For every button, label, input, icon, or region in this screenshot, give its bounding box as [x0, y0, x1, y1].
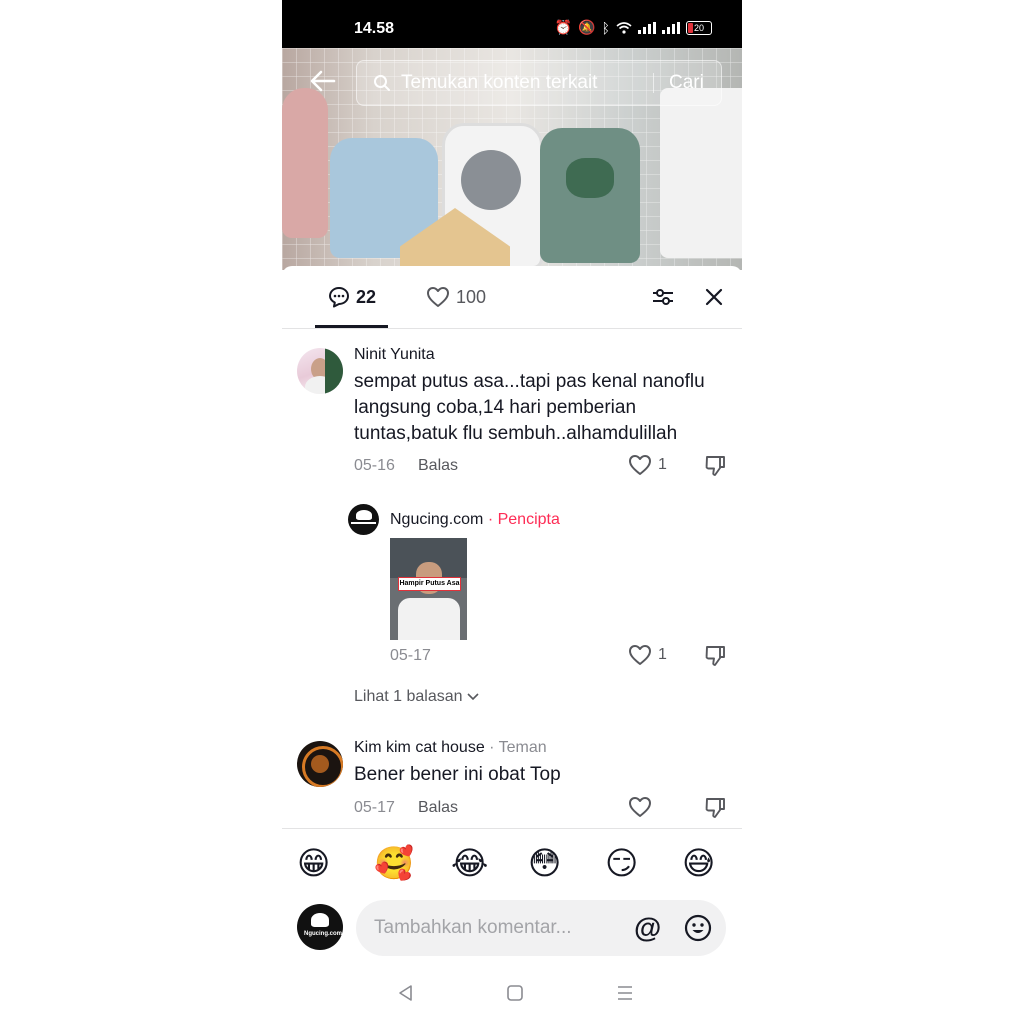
emoji-picker-icon[interactable] [684, 914, 712, 942]
active-tab-indicator [315, 325, 388, 328]
search-input[interactable]: Temukan konten terkait [401, 72, 597, 94]
wifi-icon [616, 21, 632, 34]
dislike-icon[interactable] [704, 797, 726, 819]
creator-name[interactable]: Ngucing.com [390, 511, 483, 528]
tab-comments[interactable]: 22 [328, 286, 376, 308]
nav-back-icon[interactable] [397, 984, 415, 1002]
dislike-icon[interactable] [704, 455, 726, 477]
emoji-button[interactable]: 🥰 [374, 843, 414, 883]
battery-icon: 20 [686, 20, 712, 35]
nav-home-icon[interactable] [506, 984, 524, 1002]
like-count: 1 [658, 646, 667, 663]
comment-username-row[interactable]: Kim kim cat house · Teman [354, 739, 547, 757]
nav-recents-icon[interactable] [616, 984, 634, 1002]
status-icons: ⏰ 🔕 ᛒ 20 [555, 19, 712, 36]
reply-button[interactable]: Balas [418, 799, 458, 817]
view-replies-label: Lihat 1 balasan [354, 688, 463, 705]
comment-input-placeholder[interactable]: Tambahkan komentar... [374, 917, 572, 939]
comment-tabs: 22 100 [282, 266, 742, 329]
chevron-down-icon [466, 693, 479, 701]
filter-icon[interactable] [652, 286, 674, 308]
comment-date: 05-17 [354, 799, 395, 816]
dislike-icon[interactable] [704, 645, 726, 667]
alarm-icon: ⏰ [554, 19, 573, 35]
emoji-button[interactable]: 😏 [605, 843, 638, 883]
my-avatar-label: Ngucing.com [304, 931, 343, 937]
comment-icon [329, 287, 349, 308]
emoji-button[interactable]: 😳 [528, 843, 561, 883]
video-preview[interactable]: Temukan konten terkait Cari [282, 48, 742, 270]
comments-sheet: 22 100 Ninit Yunita sempat putus asa...t… [282, 266, 742, 1024]
comment-text: Bener bener ini obat Top [354, 764, 561, 785]
mention-button[interactable]: @ [634, 912, 661, 944]
my-avatar: Ngucing.com [297, 904, 343, 950]
search-icon [374, 75, 390, 91]
like-count: 1 [658, 456, 667, 473]
emoji-button[interactable]: 😁 [297, 843, 330, 883]
emoji-quick-row: 😁 🥰 😂 😳 😏 😅 [282, 828, 742, 899]
search-bar[interactable]: Temukan konten terkait Cari [356, 60, 722, 106]
emoji-button[interactable]: 😅 [682, 843, 715, 883]
reply-button[interactable]: Balas [418, 457, 458, 475]
tab-likes[interactable]: 100 [426, 286, 486, 308]
comment-date: 05-17 [390, 647, 431, 664]
battery-level: 20 [693, 22, 704, 33]
emoji-button[interactable]: 😂 [451, 843, 488, 883]
comment-composer: Ngucing.com Tambahkan komentar... @ [282, 898, 742, 958]
like-button[interactable] [628, 796, 652, 818]
comment-username[interactable]: Kim kim cat house [354, 739, 485, 756]
creator-username[interactable]: Ngucing.com · Pencipta [390, 511, 560, 529]
comment-username[interactable]: Ninit Yunita [354, 346, 435, 364]
bluetooth-icon: ᛒ [601, 19, 610, 36]
heart-icon [427, 287, 449, 307]
heart-icon [629, 645, 651, 665]
view-replies-button[interactable]: Lihat 1 balasan [354, 688, 479, 706]
likes-count: 100 [456, 286, 487, 307]
comments-count: 22 [356, 286, 377, 307]
like-button[interactable]: 1 [628, 644, 667, 666]
like-button[interactable]: 1 [628, 454, 667, 476]
status-time: 14.58 [354, 20, 395, 37]
comment-text: sempat putus asa...tapi pas kenal nanofl… [354, 371, 705, 392]
signal-icon [638, 21, 656, 34]
comment-text: tuntas,batuk flu sembuh..alhamdulillah [354, 423, 678, 444]
avatar[interactable] [297, 348, 343, 394]
comment-date: 05-16 [354, 457, 395, 474]
thumbnail-caption: Hampir Putus Asa [398, 577, 461, 591]
phone-screen: 14.58 ⏰ 🔕 ᛒ 20 Temukan konten terkait Ca… [282, 0, 742, 1024]
comment-text: langsung coba,14 hari pemberian [354, 397, 637, 418]
friend-tag: · Teman [489, 739, 547, 756]
reply-video-thumbnail[interactable]: Hampir Putus Asa [390, 538, 467, 640]
avatar[interactable] [297, 741, 343, 787]
comment-input[interactable]: Tambahkan komentar... @ [356, 900, 726, 956]
close-icon[interactable] [703, 286, 725, 308]
creator-avatar[interactable] [348, 504, 379, 535]
back-arrow-icon[interactable] [308, 66, 338, 96]
creator-badge: · Pencipta [487, 511, 560, 528]
system-nav-bar [282, 972, 742, 1024]
search-button[interactable]: Cari [669, 72, 704, 94]
signal-icon-2 [662, 21, 680, 34]
mute-icon: 🔕 [578, 19, 596, 35]
heart-icon [629, 455, 651, 475]
